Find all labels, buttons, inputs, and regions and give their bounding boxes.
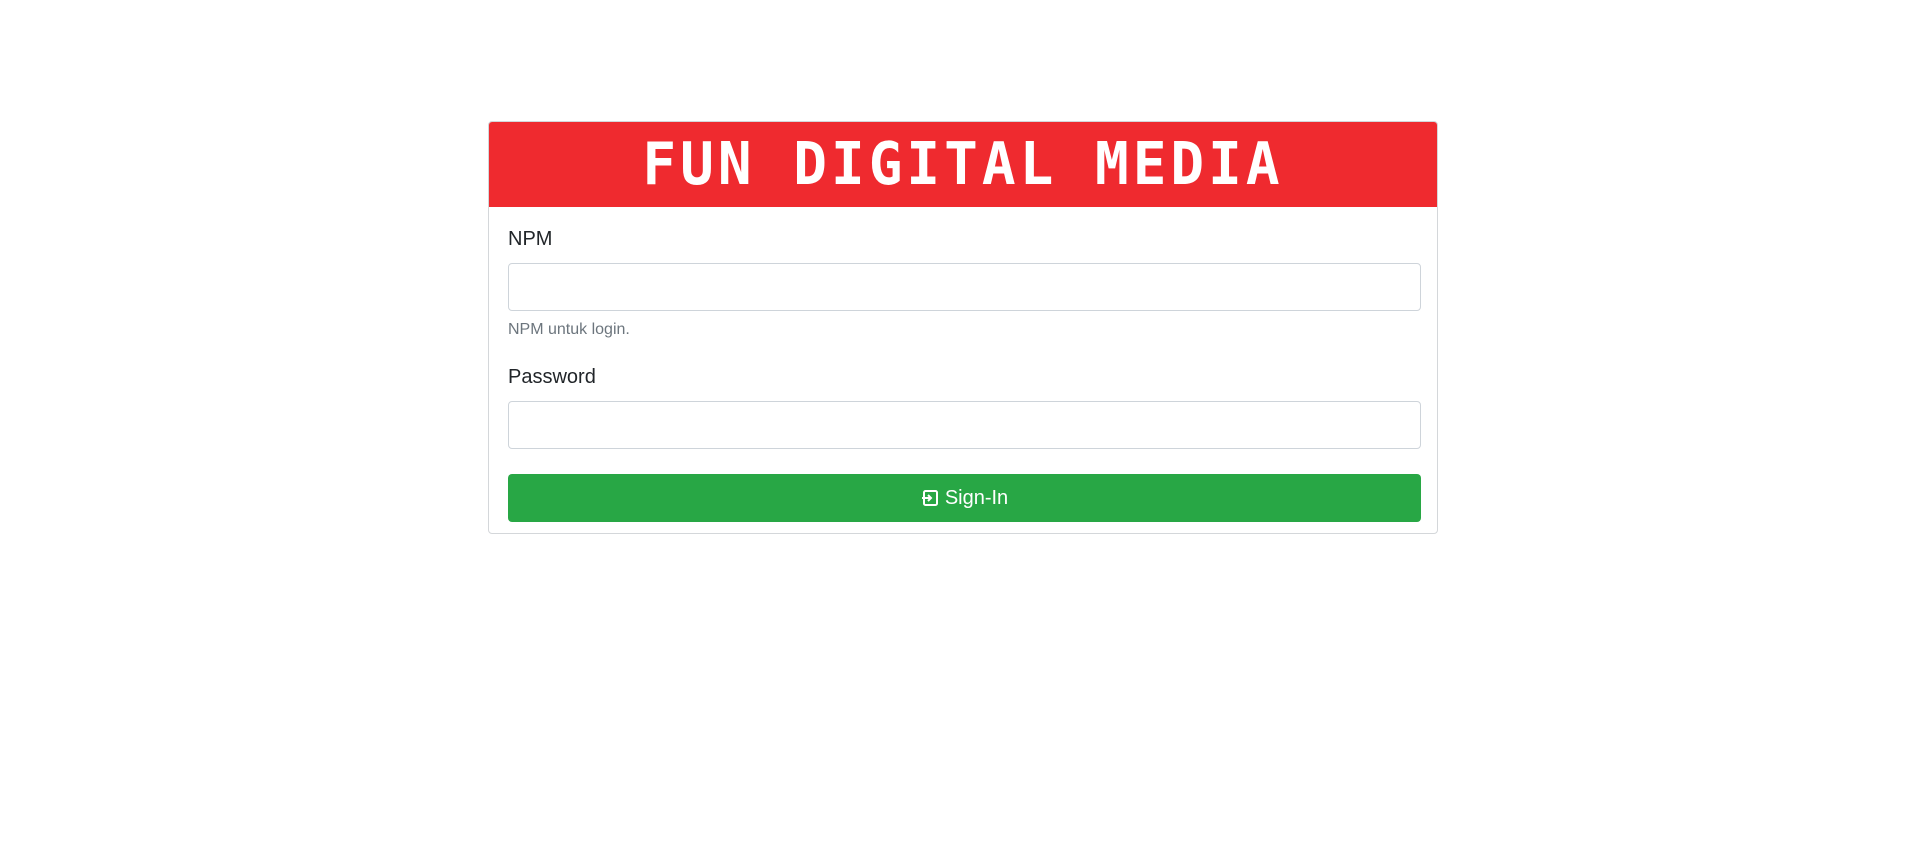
password-group: Password	[508, 365, 1421, 449]
login-form: NPM NPM untuk login. Password Sign-In	[489, 207, 1437, 522]
sign-in-icon	[921, 489, 939, 507]
card-header: FUN DIGITAL MEDIA	[489, 122, 1437, 207]
login-card: FUN DIGITAL MEDIA NPM NPM untuk login. P…	[488, 121, 1438, 534]
sign-in-button[interactable]: Sign-In	[508, 474, 1421, 522]
password-label: Password	[508, 366, 596, 388]
npm-label: NPM	[508, 228, 553, 250]
npm-help-text: NPM untuk login.	[508, 321, 630, 338]
npm-group: NPM NPM untuk login.	[508, 227, 1421, 339]
brand-logo: FUN DIGITAL MEDIA	[642, 129, 1284, 199]
password-input[interactable]	[508, 401, 1421, 449]
sign-in-label: Sign-In	[944, 486, 1009, 509]
npm-input[interactable]	[508, 263, 1421, 311]
